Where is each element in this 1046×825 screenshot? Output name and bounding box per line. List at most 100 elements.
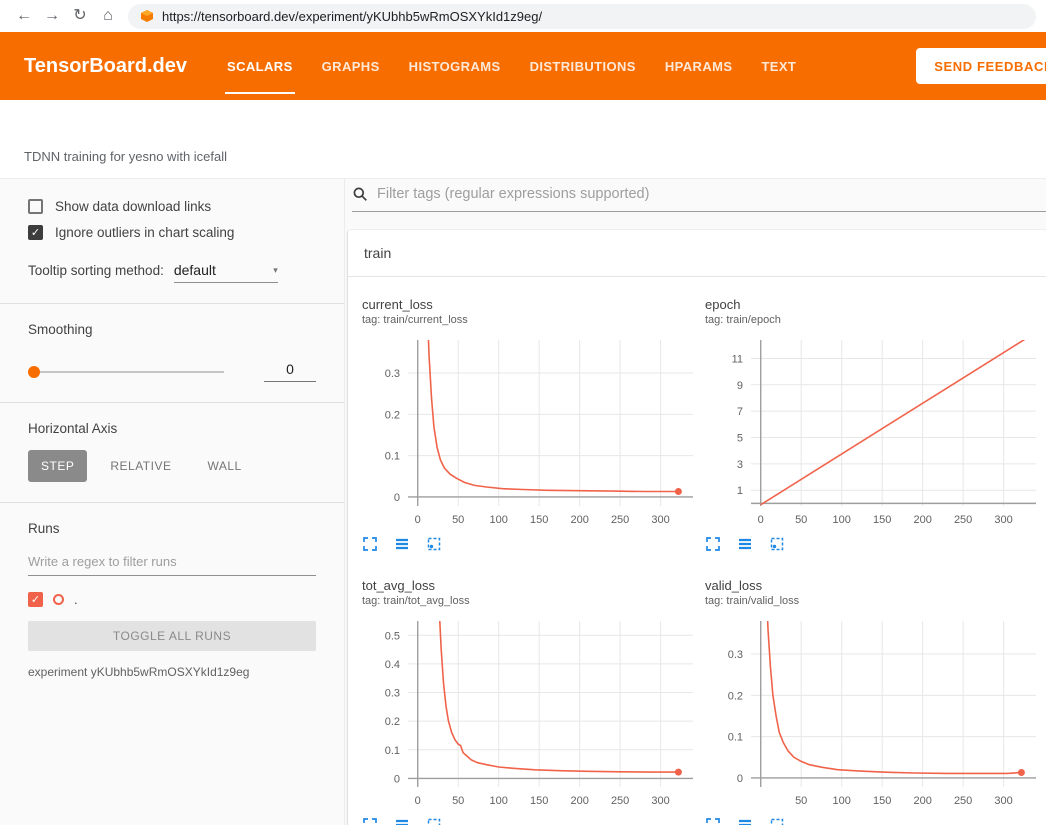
chart-toolbar [362, 536, 699, 554]
svg-text:100: 100 [490, 514, 508, 526]
divider [0, 402, 344, 403]
ignore-outliers-checkbox[interactable]: ✓ [28, 225, 43, 240]
smoothing-value[interactable]: 0 [264, 361, 316, 382]
svg-text:50: 50 [452, 514, 464, 526]
show-download-row: Show data download links [28, 199, 316, 214]
tooltip-sorting-dropdown[interactable]: default ▾ [174, 262, 278, 283]
view-data-icon[interactable] [737, 817, 755, 825]
send-feedback-button[interactable]: SEND FEEDBACK [916, 48, 1046, 84]
svg-text:0: 0 [394, 492, 400, 504]
chart-title: valid_loss [705, 578, 1042, 593]
back-icon[interactable]: ← [10, 0, 38, 32]
tab-graphs[interactable]: GRAPHS [322, 32, 380, 100]
svg-text:100: 100 [490, 795, 508, 807]
svg-text:0: 0 [415, 514, 421, 526]
smoothing-slider[interactable] [28, 365, 224, 379]
tab-scalars[interactable]: SCALARS [227, 32, 293, 100]
settings-sidebar: Show data download links ✓ Ignore outlie… [0, 179, 345, 825]
view-data-icon[interactable] [394, 536, 412, 554]
run-checkbox[interactable]: ✓ [28, 592, 43, 607]
home-icon[interactable]: ⌂ [94, 0, 122, 32]
chart-tag: tag: train/current_loss [362, 314, 699, 326]
svg-text:200: 200 [913, 795, 931, 807]
chart-tag: tag: train/epoch [705, 314, 1042, 326]
fit-domain-icon[interactable] [426, 536, 444, 554]
fit-domain-icon[interactable] [769, 817, 787, 825]
svg-text:0.2: 0.2 [385, 409, 400, 421]
svg-text:0.1: 0.1 [728, 732, 743, 744]
expand-chart-icon[interactable] [705, 536, 723, 554]
show-download-checkbox[interactable] [28, 199, 43, 214]
experiment-title-bar: TDNN training for yesno with icefall [0, 100, 1046, 178]
app-logo[interactable]: TensorBoard.dev [24, 55, 187, 78]
chart-title: tot_avg_loss [362, 578, 699, 593]
axis-wall-button[interactable]: WALL [194, 450, 254, 482]
svg-text:0.2: 0.2 [728, 690, 743, 702]
chart-plot[interactable]: 0501001502002503001357911 [705, 332, 1042, 532]
main-content: train current_loss tag: train/current_lo… [345, 179, 1046, 825]
chart-toolbar [705, 536, 1042, 554]
svg-text:50: 50 [795, 514, 807, 526]
forward-icon[interactable]: → [38, 0, 66, 32]
runs-label: Runs [28, 521, 316, 536]
svg-text:0.3: 0.3 [385, 688, 400, 700]
fit-domain-icon[interactable] [426, 817, 444, 825]
expand-chart-icon[interactable] [362, 817, 380, 825]
chart-tag: tag: train/valid_loss [705, 595, 1042, 607]
slider-thumb[interactable] [28, 366, 40, 378]
svg-text:150: 150 [873, 514, 891, 526]
divider [0, 502, 344, 503]
svg-text:100: 100 [833, 514, 851, 526]
svg-text:50: 50 [795, 795, 807, 807]
smoothing-label: Smoothing [28, 322, 316, 337]
card-title-train[interactable]: train [348, 230, 1046, 277]
svg-text:250: 250 [611, 514, 629, 526]
tag-filter-input[interactable] [377, 186, 1046, 202]
svg-text:0.1: 0.1 [385, 745, 400, 757]
chart-plot[interactable]: 05010015020025030000.10.20.30.40.5 [362, 613, 699, 813]
chevron-down-icon: ▾ [273, 265, 278, 276]
divider [0, 303, 344, 304]
app-body: Show data download links ✓ Ignore outlie… [0, 178, 1046, 825]
svg-text:200: 200 [570, 795, 588, 807]
nav-tabs: SCALARS GRAPHS HISTOGRAMS DISTRIBUTIONS … [227, 32, 796, 100]
horizontal-axis-buttons: STEP RELATIVE WALL [28, 450, 316, 482]
chart-plot[interactable]: 5010015020025030000.10.20.3 [705, 613, 1042, 813]
expand-chart-icon[interactable] [705, 817, 723, 825]
tab-histograms[interactable]: HISTOGRAMS [409, 32, 501, 100]
runs-filter-input[interactable] [28, 548, 316, 576]
svg-text:0.1: 0.1 [385, 451, 400, 463]
svg-text:200: 200 [913, 514, 931, 526]
svg-text:150: 150 [873, 795, 891, 807]
svg-text:9: 9 [737, 380, 743, 392]
browser-chrome: ← → ↻ ⌂ https://tensorboard.dev/experime… [0, 0, 1046, 32]
chart-title: epoch [705, 297, 1042, 312]
svg-text:0: 0 [415, 795, 421, 807]
svg-text:0: 0 [758, 514, 764, 526]
chart-toolbar [362, 817, 699, 825]
slider-track [28, 371, 224, 373]
expand-chart-icon[interactable] [362, 536, 380, 554]
chart-plot[interactable]: 05010015020025030000.10.20.3 [362, 332, 699, 532]
view-data-icon[interactable] [737, 536, 755, 554]
svg-text:7: 7 [737, 406, 743, 418]
tab-text[interactable]: TEXT [761, 32, 796, 100]
svg-text:5: 5 [737, 432, 743, 444]
address-bar[interactable]: https://tensorboard.dev/experiment/yKUbh… [128, 4, 1036, 29]
view-data-icon[interactable] [394, 817, 412, 825]
svg-text:1: 1 [737, 485, 743, 497]
smoothing-row: 0 [28, 361, 316, 382]
reload-icon[interactable]: ↻ [66, 0, 94, 32]
ignore-outliers-label: Ignore outliers in chart scaling [55, 225, 234, 240]
svg-text:0.2: 0.2 [385, 716, 400, 728]
axis-step-button[interactable]: STEP [28, 450, 87, 482]
fit-domain-icon[interactable] [769, 536, 787, 554]
toggle-all-runs-button[interactable]: TOGGLE ALL RUNS [28, 621, 316, 651]
chart-valid-loss: valid_loss tag: train/valid_loss 5010015… [705, 578, 1042, 825]
tooltip-sorting-row: Tooltip sorting method: default ▾ [28, 262, 316, 283]
tab-distributions[interactable]: DISTRIBUTIONS [530, 32, 636, 100]
axis-relative-button[interactable]: RELATIVE [97, 450, 184, 482]
tab-hparams[interactable]: HPARAMS [665, 32, 733, 100]
svg-text:250: 250 [954, 514, 972, 526]
search-icon [352, 186, 368, 202]
